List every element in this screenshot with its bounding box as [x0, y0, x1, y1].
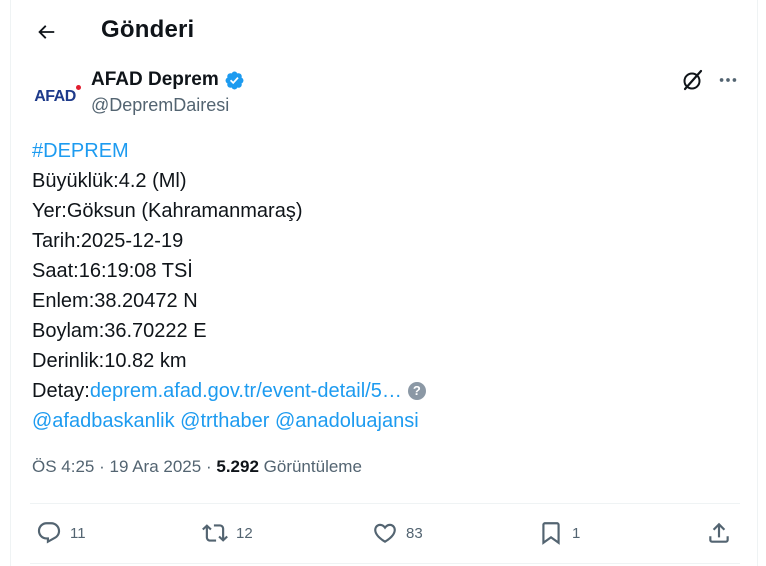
- views-label: Görüntüleme: [263, 457, 362, 476]
- tweet-date[interactable]: 19 Ara 2025: [110, 457, 202, 476]
- logo-dot: [75, 85, 81, 90]
- heart-icon: [372, 520, 398, 546]
- tweet-line-detail: Detay:deprem.afad.gov.tr/event-detail/5……: [32, 376, 426, 406]
- reply-count: 11: [70, 524, 86, 542]
- author-name-text: AFAD Deprem: [91, 69, 219, 90]
- more-dots-icon: [717, 69, 739, 91]
- detail-label: Detay:: [32, 380, 90, 402]
- repost-count: 12: [236, 524, 253, 542]
- bookmark-count: 1: [572, 524, 581, 542]
- tweet-line-latitude: Enlem:38.20472 N: [32, 290, 198, 312]
- question-mark-icon[interactable]: ?: [407, 382, 426, 400]
- tweet-line-location: Yer:Göksun (Kahramanmaraş): [32, 200, 303, 222]
- verified-badge-icon[interactable]: [224, 70, 245, 91]
- page-title: Gönderi: [101, 16, 195, 43]
- grok-button[interactable]: [680, 67, 706, 93]
- detail-link[interactable]: deprem.afad.gov.tr/event-detail/5…: [90, 380, 402, 402]
- mentions-links[interactable]: @afadbaskanlik @trthaber @anadoluajansi: [32, 406, 426, 436]
- tweet-time[interactable]: ÖS 4:25: [32, 457, 94, 476]
- action-bar: 11 12 83 1: [30, 515, 740, 551]
- reply-icon: [36, 520, 62, 546]
- views-count: 5.292: [216, 457, 259, 476]
- tweet-line-longitude: Boylam:36.70222 E: [32, 320, 207, 342]
- divider: [30, 503, 740, 504]
- afad-logo: AFAD: [34, 85, 81, 106]
- avatar[interactable]: AFAD: [30, 72, 81, 122]
- header: Gönderi: [10, 0, 758, 64]
- divider-bottom: [30, 563, 740, 564]
- share-button[interactable]: [706, 515, 732, 551]
- author-name[interactable]: AFAD Deprem: [91, 69, 245, 91]
- like-button[interactable]: 83: [372, 515, 423, 551]
- bookmark-button[interactable]: 1: [538, 515, 580, 551]
- back-button[interactable]: [28, 14, 64, 50]
- repost-icon: [202, 520, 228, 546]
- tweet-meta: ÖS 4:25 · 19 Ara 2025 · 5.292 Görüntülem…: [32, 457, 362, 477]
- tweet-text: #DEPREM Büyüklük:4.2 (Ml) Yer:Göksun (Ka…: [32, 136, 426, 436]
- repost-button[interactable]: 12: [202, 515, 253, 551]
- tweet-line-depth: Derinlik:10.82 km: [32, 350, 187, 372]
- more-options-button[interactable]: [715, 67, 741, 93]
- meta-separator-2: ·: [205, 457, 212, 476]
- tweet-line-time: Saat:16:19:08 TSİ: [32, 260, 193, 282]
- share-icon: [706, 520, 732, 546]
- tweet-line-date: Tarih:2025-12-19: [32, 230, 184, 252]
- hashtag-link[interactable]: #DEPREM: [32, 136, 426, 166]
- arrow-left-icon: [35, 21, 57, 43]
- author-handle[interactable]: @DepremDairesi: [91, 95, 229, 116]
- tweet-line-magnitude: Büyüklük:4.2 (Ml): [32, 170, 187, 192]
- grok-icon: [681, 68, 705, 92]
- meta-separator: ·: [99, 457, 105, 476]
- like-count: 83: [406, 524, 423, 542]
- bookmark-icon: [538, 520, 564, 546]
- reply-button[interactable]: 11: [36, 515, 86, 551]
